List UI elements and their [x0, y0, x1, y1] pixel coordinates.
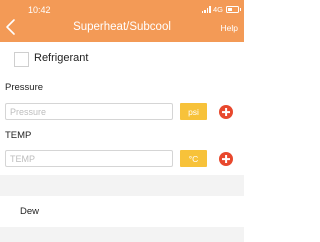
refrigerant-checkbox[interactable] [14, 52, 29, 67]
dew-label: Dew [20, 206, 40, 217]
signal-icon [201, 6, 211, 13]
temp-label: TEMP [5, 130, 32, 141]
pressure-label: Pressure [5, 82, 44, 93]
section-divider [0, 175, 244, 196]
temp-unit-button[interactable]: °C [180, 150, 207, 167]
app-header: 10:42 4G Superheat/Subcool Help [0, 0, 244, 42]
page-title: Superheat/Subcool [73, 21, 171, 33]
add-temp-icon[interactable] [219, 152, 233, 166]
dew-row[interactable]: Dew [0, 196, 244, 227]
pressure-input[interactable] [5, 103, 173, 120]
status-time: 10:42 [28, 5, 51, 15]
battery-icon [226, 6, 241, 13]
refrigerant-label: Refrigerant [34, 52, 89, 64]
pressure-unit-button[interactable]: psi [180, 103, 207, 120]
refrigerant-row[interactable]: Refrigerant [0, 49, 244, 71]
status-indicators: 4G [201, 5, 241, 14]
network-type: 4G [212, 5, 223, 14]
help-button[interactable]: Help [221, 23, 238, 33]
section-divider-bottom [0, 227, 244, 242]
add-pressure-icon[interactable] [219, 105, 233, 119]
temp-input[interactable] [5, 150, 173, 167]
